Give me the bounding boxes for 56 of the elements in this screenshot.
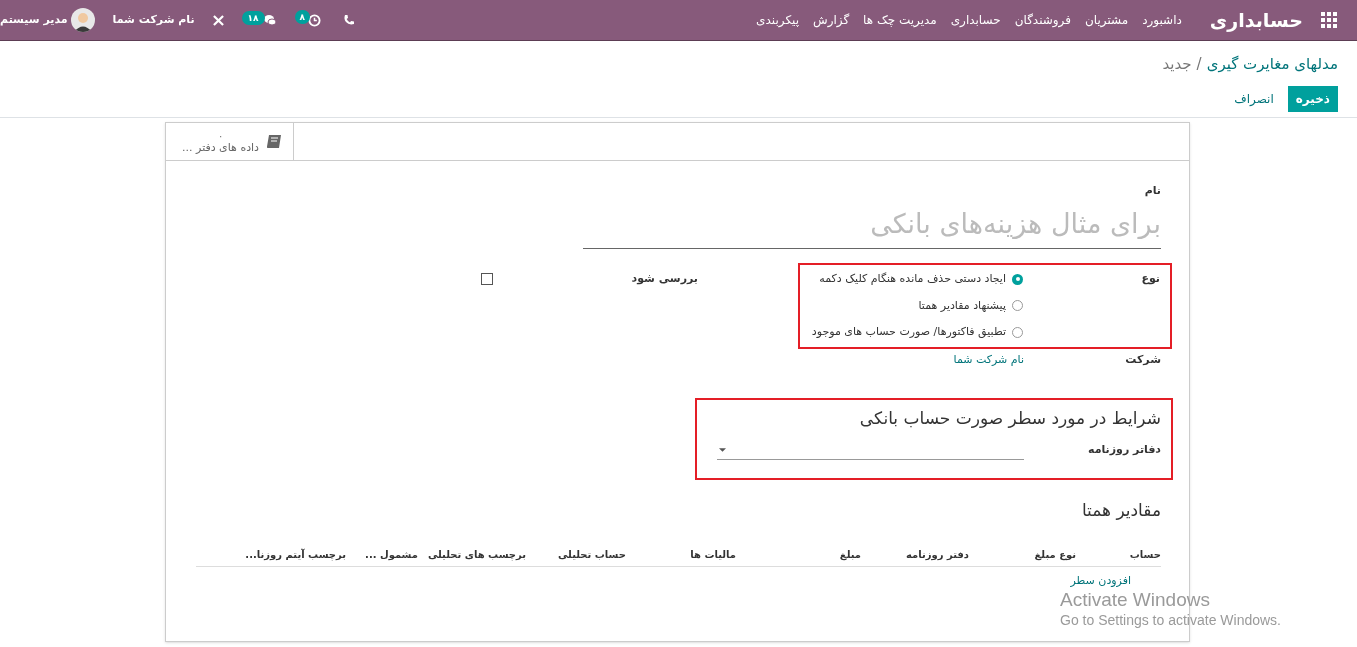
breadcrumb-current: جدید (1162, 54, 1192, 75)
name-input-field[interactable]: برای مثال هزینه‌های بانکی (583, 203, 1161, 249)
journals-label: دفاتر روزنامه (1086, 442, 1161, 459)
column-header[interactable]: نوع مبلغ (969, 548, 1076, 562)
radio-option[interactable]: تطبیق فاکتورها/ صورت حساب های موجود (811, 324, 1023, 341)
review-label: بررسی شود (630, 271, 698, 287)
menu-item[interactable]: داشبورد (1142, 11, 1182, 29)
book-icon (265, 132, 283, 151)
menu-item[interactable]: گزارش (813, 11, 850, 29)
activation-title: Activate Windows (1060, 590, 1211, 610)
menu-item[interactable]: مدیریت چک ها (863, 11, 937, 29)
journal-items-label: داده های دفتر ... (182, 141, 259, 153)
menu-item[interactable]: حسابداری (950, 11, 1001, 29)
radio-option[interactable]: پیشنهاد مقادیر همتا (811, 297, 1023, 314)
radio-button[interactable] (1012, 326, 1023, 338)
phone-icon[interactable] (343, 14, 356, 26)
clock-icon[interactable] (308, 13, 322, 27)
avatar-icon[interactable] (70, 8, 95, 32)
message-count-badge: ۱۸ (241, 11, 265, 25)
name-label: نام (1143, 183, 1161, 199)
discard-button[interactable]: انصراف (1228, 85, 1280, 112)
activation-hint: Go to Settings to activate Windows. (1060, 611, 1281, 630)
company-link[interactable]: نام شرکت شما (953, 351, 1024, 368)
menu-item[interactable]: مشتریان (1084, 11, 1129, 29)
type-label: نوع (1140, 271, 1160, 287)
user-menu[interactable]: مدیر سیستم (0, 11, 68, 29)
column-header[interactable]: حساب (1076, 548, 1161, 562)
caret-icon (719, 448, 726, 452)
column-header[interactable]: دفتر روزنامه (861, 548, 969, 562)
company-label: شرکت (1124, 351, 1161, 368)
journal-items-count: ۰ (217, 130, 224, 142)
column-header[interactable]: مالیات ها (626, 548, 736, 562)
column-header[interactable]: برچسب آیتم روزنا... (226, 548, 346, 562)
company-switcher[interactable]: نام شرکت شما (112, 11, 195, 29)
breadcrumb-separator: / (1196, 54, 1202, 75)
apps-menu-icon[interactable] (1321, 12, 1337, 28)
add-line-link[interactable]: افزودن سطر (1070, 574, 1131, 588)
review-checkbox[interactable] (481, 273, 493, 286)
chat-icon[interactable] (262, 14, 277, 26)
save-button[interactable]: ذخیره (1287, 85, 1338, 112)
menu-item[interactable]: فروشندگان (1014, 11, 1071, 29)
column-header[interactable]: مبلغ (736, 548, 861, 562)
radio-option[interactable]: ایجاد دستی حذف مانده هنگام کلیک دکمه (811, 271, 1023, 288)
column-header[interactable]: برچسب های تحلیلی (418, 548, 526, 562)
breadcrumb-link[interactable]: مدلهای مغایرت گیری (1206, 53, 1338, 76)
section-title: مقادیر همتا (1080, 498, 1161, 522)
journal-items-button[interactable]: ۰ داده های دفتر ... (166, 123, 294, 160)
app-title[interactable]: حسابداری (1209, 5, 1303, 35)
activity-count-badge: ۸ (294, 10, 311, 24)
menu-item[interactable]: پیکربندی (756, 11, 799, 29)
radio-button[interactable] (1012, 300, 1023, 312)
column-header[interactable]: حساب تحلیلی (526, 548, 626, 562)
section-title: شرایط در مورد سطر صورت حساب بانکی (858, 407, 1161, 430)
radio-button[interactable] (1012, 273, 1023, 285)
column-header[interactable]: مشمول ... (346, 548, 418, 562)
tools-icon[interactable] (212, 14, 224, 26)
